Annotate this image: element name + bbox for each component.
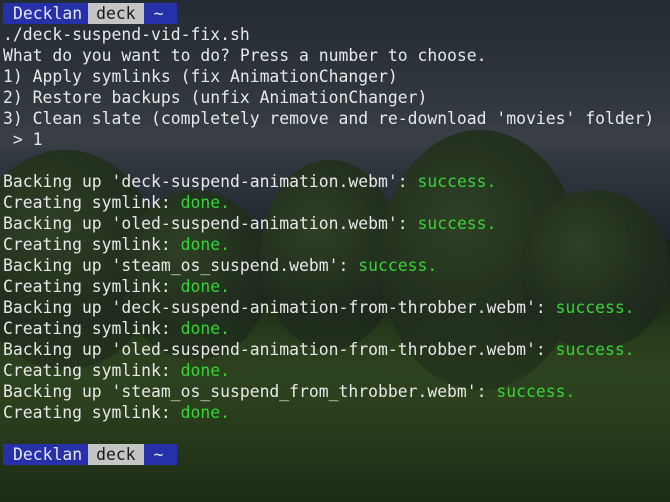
log-text: Backing up 'steam_os_suspend.webm': xyxy=(3,256,359,275)
prompt-dir-segment: ~ xyxy=(143,3,178,24)
prompt-host-segment: deck xyxy=(88,3,144,24)
log-line: Creating symlink: done. xyxy=(0,276,670,297)
command-line: ./deck-suspend-vid-fix.sh xyxy=(3,25,250,44)
log-status: done. xyxy=(180,193,230,212)
log-status: success. xyxy=(555,298,635,317)
log-line: Creating symlink: done. xyxy=(0,402,670,423)
prompt-host-segment: deck xyxy=(88,444,144,465)
log-text: Backing up 'deck-suspend-animation-from-… xyxy=(3,298,556,317)
log-status: success. xyxy=(417,214,497,233)
log-line: Backing up 'deck-suspend-animation.webm'… xyxy=(0,171,670,192)
prompt-dir-segment: ~ xyxy=(143,444,178,465)
log-line: Creating symlink: done. xyxy=(0,192,670,213)
prompt-user-segment: Decklan xyxy=(3,3,89,24)
log-status: done. xyxy=(180,403,230,422)
log-line: Backing up 'deck-suspend-animation-from-… xyxy=(0,297,670,318)
shell-prompt: Decklan deck ~ xyxy=(0,3,670,24)
log-status: done. xyxy=(180,361,230,380)
log-line: Backing up 'steam_os_suspend.webm': succ… xyxy=(0,255,670,276)
log-text: Creating symlink: xyxy=(3,193,181,212)
menu-question: What do you want to do? Press a number t… xyxy=(3,46,487,65)
log-text: Creating symlink: xyxy=(3,235,181,254)
log-text: Backing up 'oled-suspend-animation.webm'… xyxy=(3,214,418,233)
log-text: Creating symlink: xyxy=(3,277,181,296)
log-status: done. xyxy=(180,235,230,254)
log-status: success. xyxy=(417,172,497,191)
menu-option: 3) Clean slate (completely remove and re… xyxy=(3,109,655,128)
log-text: Backing up 'steam_os_suspend_from_throbb… xyxy=(3,382,497,401)
log-status: done. xyxy=(180,277,230,296)
log-line: Creating symlink: done. xyxy=(0,318,670,339)
log-line: Backing up 'oled-suspend-animation-from-… xyxy=(0,339,670,360)
log-text: Creating symlink: xyxy=(3,403,181,422)
log-line: Creating symlink: done. xyxy=(0,234,670,255)
menu-input-line: > 1 xyxy=(3,130,43,149)
log-status: success. xyxy=(358,256,438,275)
log-text: Creating symlink: xyxy=(3,319,181,338)
log-text: Backing up 'oled-suspend-animation-from-… xyxy=(3,340,556,359)
log-status: success. xyxy=(555,340,635,359)
menu-option: 1) Apply symlinks (fix AnimationChanger) xyxy=(3,67,398,86)
terminal-output[interactable]: Decklan deck ~ ./deck-suspend-vid-fix.sh W… xyxy=(0,0,670,465)
log-text: Creating symlink: xyxy=(3,361,181,380)
log-line: Backing up 'oled-suspend-animation.webm'… xyxy=(0,213,670,234)
shell-prompt: Decklan deck ~ xyxy=(0,444,670,465)
log-line: Creating symlink: done. xyxy=(0,360,670,381)
prompt-user-segment: Decklan xyxy=(3,444,89,465)
log-line: Backing up 'steam_os_suspend_from_throbb… xyxy=(0,381,670,402)
log-status: success. xyxy=(496,382,576,401)
log-text: Backing up 'deck-suspend-animation.webm'… xyxy=(3,172,418,191)
log-status: done. xyxy=(180,319,230,338)
menu-option: 2) Restore backups (unfix AnimationChang… xyxy=(3,88,428,107)
